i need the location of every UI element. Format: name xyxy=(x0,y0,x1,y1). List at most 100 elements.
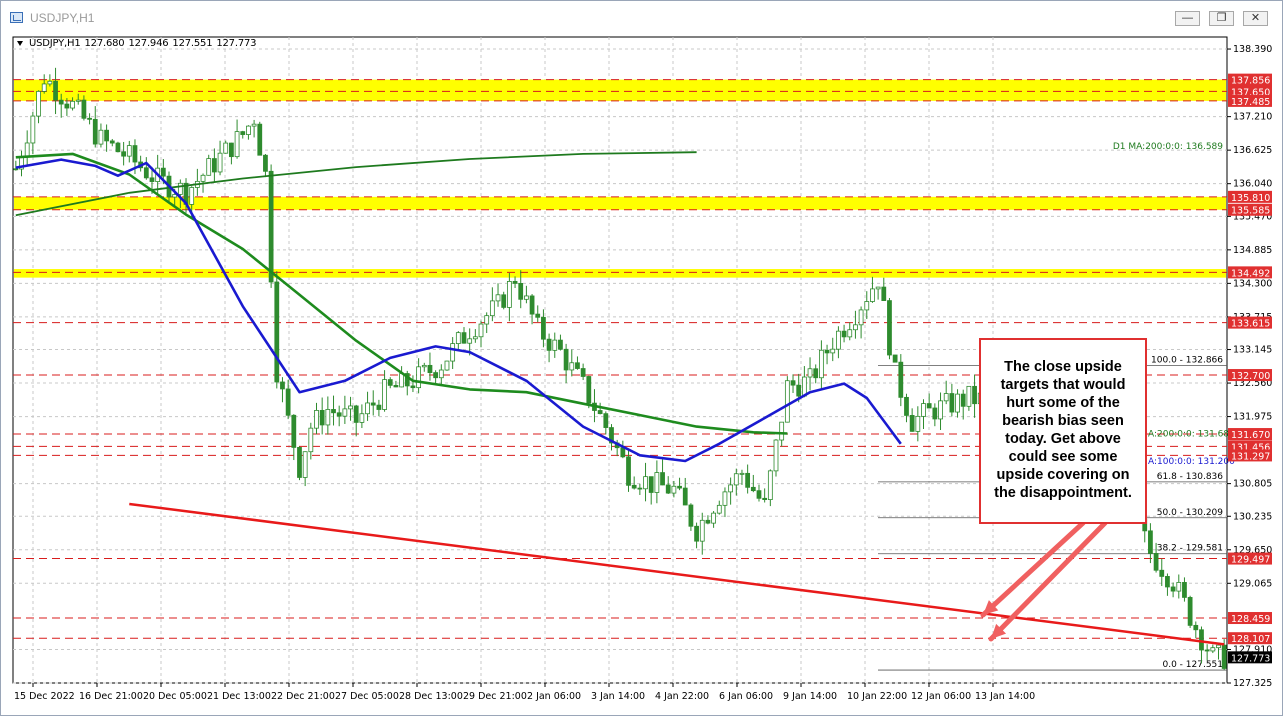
candle-body xyxy=(716,504,722,514)
minimize-button[interactable]: — xyxy=(1175,11,1200,26)
candle-body xyxy=(943,393,949,402)
candle-body xyxy=(875,286,881,290)
candle-body xyxy=(302,451,308,478)
fib-level-label: 61.8 - 130.836 xyxy=(1157,472,1223,482)
support-zone xyxy=(14,196,1226,210)
candle-body xyxy=(223,142,229,154)
candle-body xyxy=(257,123,263,156)
time-axis-label: 4 Jan 22:00 xyxy=(655,691,709,702)
candle-body xyxy=(677,485,682,489)
candle-body xyxy=(501,294,507,308)
candle-body xyxy=(773,439,779,472)
price-axis-label: 137.210 xyxy=(1233,112,1272,123)
candle-body xyxy=(1193,624,1199,631)
candle-body xyxy=(643,476,648,490)
candle-body xyxy=(143,167,149,179)
candle-body xyxy=(938,400,943,420)
candle-body xyxy=(898,361,904,398)
candle-body xyxy=(41,83,47,92)
candle-body xyxy=(1176,582,1182,592)
support-zone xyxy=(14,269,1226,278)
close-button[interactable]: ✕ xyxy=(1243,11,1268,26)
chart-window: USDJPY,H1 — ❐ ✕ 100.0 - 132.866 61.8 - 13… xyxy=(0,0,1283,716)
candle-body xyxy=(847,329,853,338)
candle-body xyxy=(467,338,473,344)
candle-body xyxy=(870,288,875,302)
candle-body xyxy=(909,415,915,432)
candle-body xyxy=(1221,644,1227,669)
candle-body xyxy=(387,379,393,386)
ohlc-symbol: USDJPY,H1 xyxy=(29,38,81,49)
candle-body xyxy=(955,393,960,413)
time-axis-label: 27 Dec 05:00 xyxy=(335,691,399,702)
candle-body xyxy=(30,115,36,144)
price-axis-label: 134.885 xyxy=(1233,245,1272,256)
candle-body xyxy=(586,376,592,404)
candle-body xyxy=(767,470,773,500)
price-badge-label: 127.773 xyxy=(1231,653,1270,664)
candle-body xyxy=(1148,530,1153,554)
candle-body xyxy=(535,313,541,318)
candle-body xyxy=(949,393,955,413)
candle-body xyxy=(688,504,694,527)
candle-body xyxy=(1199,629,1204,651)
candle-body xyxy=(529,295,535,315)
candle-body xyxy=(115,142,121,153)
candle-body xyxy=(733,473,739,486)
candle-body xyxy=(433,372,439,379)
time-axis-label: 21 Dec 13:00 xyxy=(207,691,271,702)
candle-body xyxy=(580,368,586,377)
candle-body xyxy=(189,187,195,205)
candle-body xyxy=(121,151,127,157)
candle-body xyxy=(348,405,353,410)
candle-body xyxy=(648,476,654,493)
candle-body xyxy=(365,402,370,415)
callout-text: The close upside targets that would hurt… xyxy=(994,359,1132,501)
candle-body xyxy=(217,152,223,173)
price-axis-label: 127.325 xyxy=(1233,678,1272,689)
candle-body xyxy=(966,385,972,407)
d1-ma200-label: D1 MA:200:0:0: 136.589 xyxy=(1113,142,1223,152)
candle-body xyxy=(512,281,518,284)
candle-body xyxy=(268,170,274,283)
fib-level-label: 0.0 - 127.551 xyxy=(1163,660,1224,670)
restore-button[interactable]: ❐ xyxy=(1209,11,1234,26)
collapse-triangle-icon[interactable] xyxy=(17,41,23,46)
candle-body xyxy=(699,519,705,542)
candle-body xyxy=(750,486,756,492)
candle-body xyxy=(790,380,796,386)
candle-body xyxy=(665,484,671,494)
price-chart[interactable]: 100.0 - 132.866 61.8 - 130.836 50.0 - 130.… xyxy=(11,35,1273,709)
candle-body xyxy=(472,336,478,340)
candle-body xyxy=(416,366,421,389)
candle-body xyxy=(53,80,58,101)
candle-body xyxy=(393,384,399,388)
title-bar[interactable]: USDJPY,H1 — ❐ ✕ xyxy=(1,1,1282,35)
fib-level-label: 100.0 - 132.866 xyxy=(1151,356,1223,366)
close-icon: ✕ xyxy=(1250,12,1261,24)
candle-body xyxy=(705,519,711,524)
candle-body xyxy=(932,407,938,420)
candle-body xyxy=(126,145,132,157)
candle-body xyxy=(240,131,246,135)
candle-body xyxy=(92,118,98,145)
candle-body xyxy=(98,129,104,145)
price-axis-label: 131.975 xyxy=(1233,412,1272,423)
candle-body xyxy=(881,286,887,301)
candle-body xyxy=(864,301,870,311)
candle-body xyxy=(546,338,552,351)
candle-body xyxy=(887,300,892,356)
candle-body xyxy=(70,100,75,109)
candle-body xyxy=(637,487,643,490)
candle-body xyxy=(200,174,206,182)
price-axis-label: 133.145 xyxy=(1233,345,1272,356)
candle-body xyxy=(461,332,467,344)
candle-body xyxy=(177,182,183,195)
time-axis-label: 16 Dec 21:00 xyxy=(79,691,143,702)
time-axis-label: 13 Jan 14:00 xyxy=(975,691,1035,702)
candle-body xyxy=(552,339,558,351)
price-axis-label: 136.625 xyxy=(1233,145,1272,156)
price-badge-label: 132.700 xyxy=(1231,371,1270,382)
candle-body xyxy=(81,99,87,119)
price-badge-label: 135.585 xyxy=(1231,206,1270,217)
